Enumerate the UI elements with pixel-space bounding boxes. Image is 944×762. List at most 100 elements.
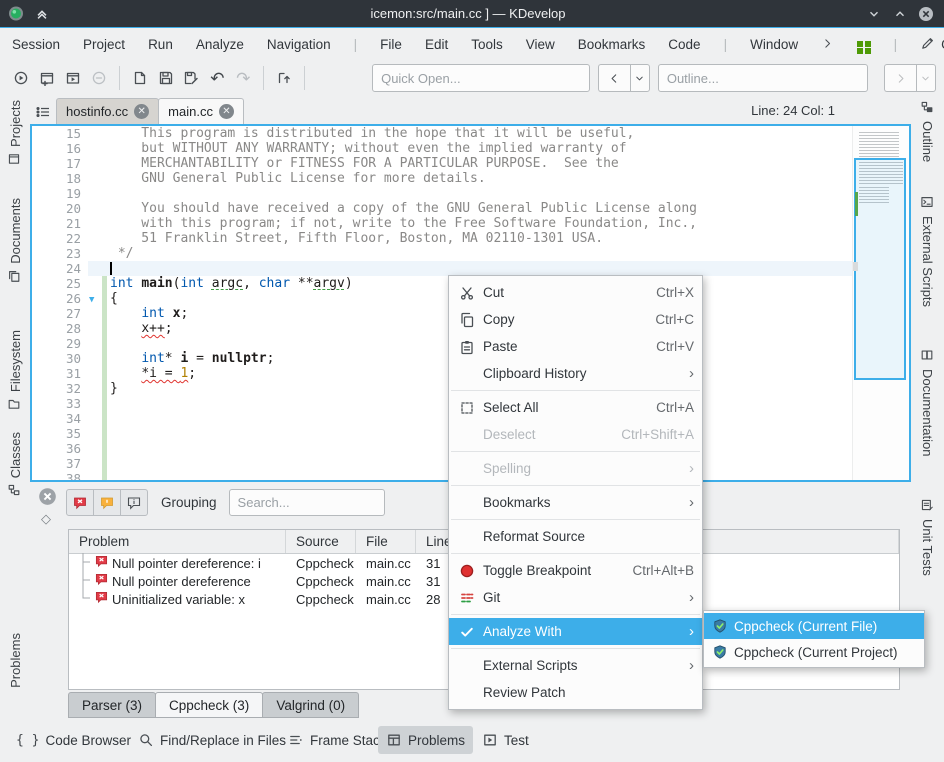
- undo-button[interactable]: ↶: [204, 65, 230, 91]
- execute-button[interactable]: [60, 65, 86, 91]
- jump-to-cursor-button[interactable]: [271, 65, 297, 91]
- context-menu-item-bookmarks[interactable]: Bookmarks›: [449, 489, 702, 516]
- previous-context-button[interactable]: [598, 64, 650, 92]
- line-number[interactable]: 36: [46, 441, 88, 456]
- line-number[interactable]: 31: [46, 366, 88, 381]
- code-line[interactable]: 22 51 Franklin Street, Fifth Floor, Bost…: [32, 231, 852, 246]
- context-menu-item-review-patch[interactable]: Review Patch: [449, 679, 702, 706]
- code-line[interactable]: 21 with this program; if not, write to t…: [32, 216, 852, 231]
- dock-tab-filesystem[interactable]: Filesystem: [0, 330, 30, 413]
- code-line[interactable]: 35: [32, 426, 852, 441]
- column-header-source[interactable]: Source: [286, 530, 356, 553]
- context-menu-item-toggle-breakpoint[interactable]: Toggle BreakpointCtrl+Alt+B: [449, 557, 702, 584]
- code-line[interactable]: 23 */: [32, 246, 852, 261]
- fold-column[interactable]: [88, 426, 110, 441]
- code-line[interactable]: 17 MERCHANTABILITY or FITNESS FOR A PART…: [32, 156, 852, 171]
- toolview-button-code-browser[interactable]: { }Code Browser: [8, 726, 139, 754]
- redo-button[interactable]: ↷: [230, 65, 256, 91]
- context-menu-item-git[interactable]: Git›: [449, 584, 702, 611]
- back-chevron-icon[interactable]: [598, 64, 630, 92]
- line-number[interactable]: 27: [46, 306, 88, 321]
- minimap-scrollbar[interactable]: [852, 126, 909, 480]
- line-number[interactable]: 25: [46, 276, 88, 291]
- column-header-problem[interactable]: Problem: [69, 530, 286, 553]
- context-menu-item-reformat-source[interactable]: Reformat Source: [449, 523, 702, 550]
- fold-column[interactable]: [88, 156, 110, 171]
- dock-tab-external-scripts[interactable]: External Scripts: [911, 195, 944, 307]
- document-switcher-icon[interactable]: [30, 100, 56, 124]
- dock-tab-projects[interactable]: Projects: [0, 100, 30, 168]
- save-as-button[interactable]: [178, 65, 204, 91]
- menubar-item-edit[interactable]: Edit: [425, 37, 448, 52]
- maximize-icon[interactable]: [892, 6, 908, 22]
- menubar-item-window[interactable]: Window: [750, 37, 798, 52]
- code-line[interactable]: 18 GNU General Public License for more d…: [32, 171, 852, 186]
- code-line[interactable]: 33: [32, 396, 852, 411]
- dock-tab-classes[interactable]: Classes: [0, 432, 30, 499]
- line-number[interactable]: 20: [46, 201, 88, 216]
- line-number[interactable]: 34: [46, 411, 88, 426]
- minimize-icon[interactable]: [866, 6, 882, 22]
- menubar-item-analyze[interactable]: Analyze: [196, 37, 244, 52]
- fold-column[interactable]: [88, 231, 110, 246]
- code-line[interactable]: 32}: [32, 381, 852, 396]
- line-number[interactable]: 18: [46, 171, 88, 186]
- menubar-overflow-chevron-icon[interactable]: [821, 37, 834, 53]
- save-button[interactable]: [153, 65, 179, 91]
- menubar-item-session[interactable]: Session: [12, 37, 60, 52]
- menubar-item-file[interactable]: File: [380, 37, 402, 52]
- fold-column[interactable]: [88, 171, 110, 186]
- fold-column[interactable]: [88, 336, 110, 351]
- menubar-item-project[interactable]: Project: [83, 37, 125, 52]
- fold-column[interactable]: [88, 246, 110, 261]
- fold-column[interactable]: [88, 456, 110, 471]
- code-line[interactable]: 19: [32, 186, 852, 201]
- fold-column[interactable]: [88, 216, 110, 231]
- line-number[interactable]: 33: [46, 396, 88, 411]
- dock-tab-documentation[interactable]: Documentation: [911, 348, 944, 456]
- run-configurations-button[interactable]: [8, 65, 34, 91]
- area-switcher-code-button[interactable]: Code: [920, 36, 944, 54]
- dock-tab-unit-tests[interactable]: Unit Tests: [911, 498, 944, 576]
- line-number[interactable]: 17: [46, 156, 88, 171]
- context-menu-item-select-all[interactable]: Select AllCtrl+A: [449, 394, 702, 421]
- line-number[interactable]: 26: [46, 291, 88, 306]
- tab-close-icon[interactable]: ✕: [134, 104, 149, 119]
- menubar-item-bookmarks[interactable]: Bookmarks: [578, 37, 646, 52]
- line-number[interactable]: 22: [46, 231, 88, 246]
- menubar-item-view[interactable]: View: [526, 37, 555, 52]
- menubar-item-run[interactable]: Run: [148, 37, 173, 52]
- line-number[interactable]: 35: [46, 426, 88, 441]
- fold-column[interactable]: [88, 321, 110, 336]
- filter-hints-button[interactable]: [120, 489, 148, 516]
- fold-column[interactable]: [88, 396, 110, 411]
- fold-column[interactable]: [88, 306, 110, 321]
- menubar-item-tools[interactable]: Tools: [471, 37, 503, 52]
- document-tab-hostinfo-cc[interactable]: hostinfo.cc✕: [56, 98, 159, 124]
- filter-warnings-button[interactable]: [93, 489, 121, 516]
- context-menu-item-copy[interactable]: CopyCtrl+C: [449, 306, 702, 333]
- document-tab-main-cc[interactable]: main.cc✕: [158, 98, 244, 124]
- submenu-item-cppcheck-current-project[interactable]: Cppcheck (Current Project): [704, 639, 924, 665]
- code-line[interactable]: 25int main(int argc, char **argv): [32, 276, 852, 291]
- fold-column[interactable]: [88, 141, 110, 156]
- line-number[interactable]: 32: [46, 381, 88, 396]
- fold-column[interactable]: ▼: [88, 291, 110, 306]
- menubar-item-code[interactable]: Code: [668, 37, 700, 52]
- line-number[interactable]: 30: [46, 351, 88, 366]
- column-header-file[interactable]: File: [356, 530, 416, 553]
- toolview-button-problems[interactable]: Problems: [378, 726, 473, 754]
- fold-column[interactable]: [88, 276, 110, 291]
- minimap-viewport[interactable]: [854, 158, 906, 380]
- quick-open-input[interactable]: [372, 64, 590, 92]
- outline-input[interactable]: [658, 64, 868, 92]
- problems-source-tab-valgrind-0[interactable]: Valgrind (0): [262, 692, 359, 718]
- stop-button[interactable]: [86, 65, 112, 91]
- context-menu-item-external-scripts[interactable]: External Scripts›: [449, 652, 702, 679]
- new-file-button[interactable]: [127, 65, 153, 91]
- line-number[interactable]: 24: [46, 261, 88, 276]
- line-number[interactable]: 38: [46, 471, 88, 480]
- code-line[interactable]: 29: [32, 336, 852, 351]
- shade-icon[interactable]: [34, 6, 50, 22]
- fold-column[interactable]: [88, 126, 110, 141]
